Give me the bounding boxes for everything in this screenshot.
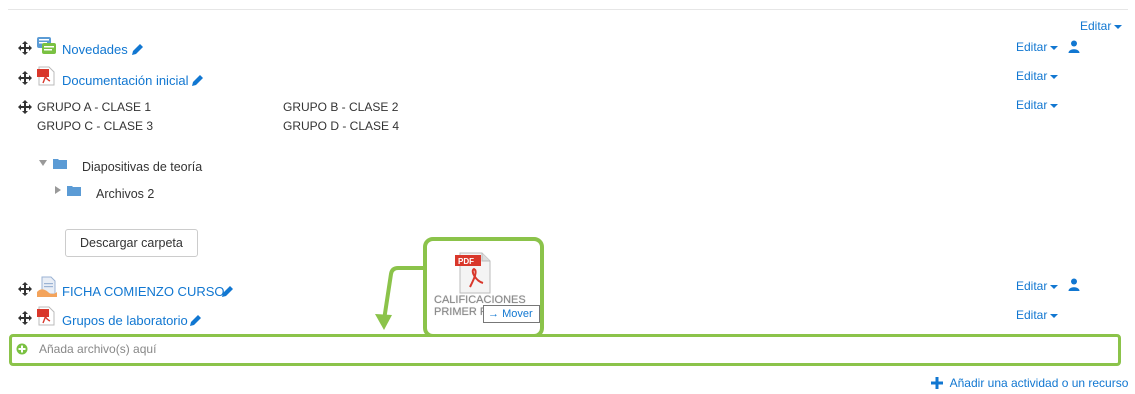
user-icon[interactable]	[1068, 278, 1080, 291]
add-activity-link[interactable]: Añadir una actividad o un recurso	[931, 375, 1128, 390]
move-icon[interactable]	[18, 282, 32, 296]
annotation-arrow-icon	[375, 266, 428, 330]
edit-menu-ficha[interactable]: Editar	[1016, 279, 1059, 293]
caret-down-icon	[1114, 24, 1123, 29]
edit-pencil-icon[interactable]	[190, 74, 204, 88]
file-dropzone[interactable]: Añada archivo(s) aquí	[9, 334, 1121, 366]
edit-menu-documentacion[interactable]: Editar	[1016, 69, 1059, 83]
expanded-triangle-icon[interactable]	[39, 160, 47, 166]
forum-icon	[37, 37, 56, 54]
caret-down-icon	[1050, 45, 1059, 50]
pdf-badge: PDF	[458, 257, 474, 266]
dropzone-label: Añada archivo(s) aquí	[39, 342, 157, 356]
document-icon	[37, 276, 57, 297]
edit-menu-novedades[interactable]: Editar	[1016, 40, 1059, 54]
mover-tooltip: → Mover	[483, 305, 540, 323]
caret-down-icon	[1050, 313, 1059, 318]
mover-tooltip-label: Mover	[502, 308, 533, 320]
folder-icon	[67, 186, 81, 196]
caret-down-icon	[1050, 103, 1059, 108]
user-icon[interactable]	[1068, 40, 1080, 53]
folder-root-label[interactable]: Diapositivas de teoría	[82, 160, 202, 174]
edit-menu-groups[interactable]: Editar	[1016, 98, 1059, 112]
group-label-c: GRUPO C - CLASE 3	[37, 119, 154, 133]
move-icon[interactable]	[18, 311, 32, 325]
section-edit-label: Editar	[1080, 19, 1112, 33]
edit-menu-label: Editar	[1016, 308, 1048, 322]
group-label-a: GRUPO A - CLASE 1	[37, 100, 152, 114]
folder-child-label[interactable]: Archivos 2	[96, 187, 154, 201]
add-activity-label: Añadir una actividad o un recurso	[949, 376, 1129, 390]
edit-menu-grupos-laboratorio[interactable]: Editar	[1016, 308, 1059, 322]
move-icon[interactable]	[18, 100, 32, 114]
activity-link-ficha[interactable]: FICHA COMIENZO CURSO	[62, 284, 225, 299]
caret-down-icon	[1050, 284, 1059, 289]
move-icon[interactable]	[18, 71, 32, 85]
pdf-file-icon[interactable]: PDF	[452, 251, 496, 295]
collapsed-triangle-icon[interactable]	[55, 186, 61, 194]
activity-link-grupos-laboratorio[interactable]: Grupos de laboratorio	[62, 313, 188, 328]
edit-menu-label: Editar	[1016, 98, 1048, 112]
activity-link-documentacion[interactable]: Documentación inicial	[62, 73, 188, 88]
section-top-divider	[8, 9, 1128, 10]
add-circle-icon	[16, 343, 28, 355]
caret-down-icon	[1050, 74, 1059, 79]
edit-menu-label: Editar	[1016, 279, 1048, 293]
edit-menu-label: Editar	[1016, 69, 1048, 83]
section-edit-menu[interactable]: Editar	[1080, 19, 1123, 33]
group-label-d: GRUPO D - CLASE 4	[283, 119, 400, 133]
edit-pencil-icon[interactable]	[220, 285, 234, 299]
activity-link-novedades[interactable]: Novedades	[62, 42, 128, 57]
plus-icon	[931, 377, 943, 389]
move-icon[interactable]	[18, 41, 32, 55]
pdf-icon	[37, 306, 55, 326]
edit-pencil-icon[interactable]	[188, 314, 202, 328]
folder-icon	[53, 159, 67, 169]
arrow-right-icon: →	[488, 308, 503, 320]
group-label-b: GRUPO B - CLASE 2	[283, 100, 399, 114]
download-folder-button[interactable]: Descargar carpeta	[65, 229, 198, 257]
pdf-icon	[37, 66, 55, 86]
edit-menu-label: Editar	[1016, 40, 1048, 54]
edit-pencil-icon[interactable]	[130, 43, 144, 57]
